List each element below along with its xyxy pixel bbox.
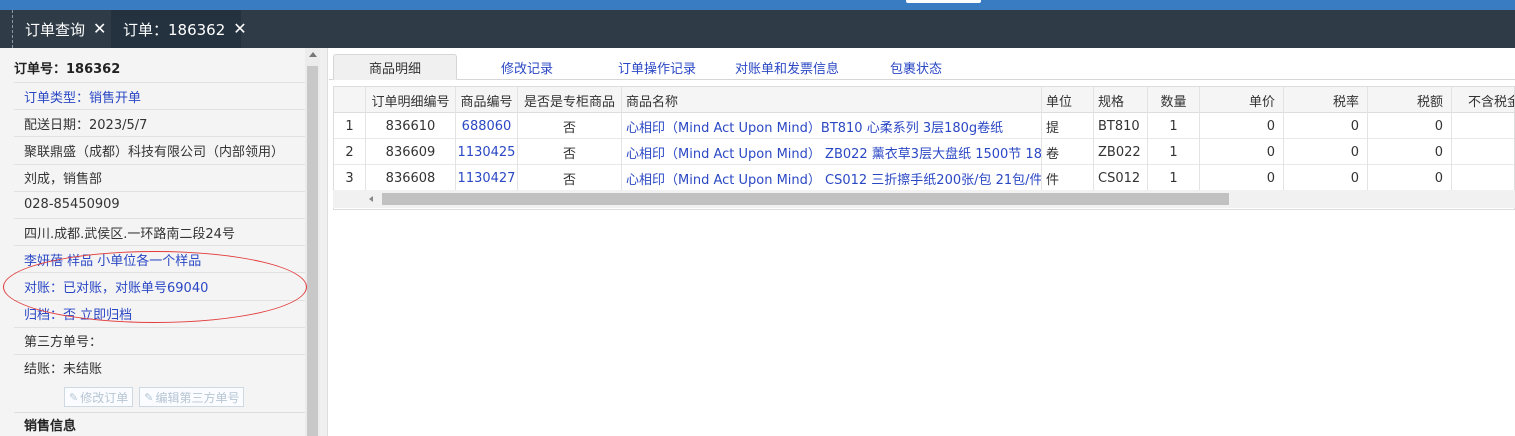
cell-quantity: 1	[1148, 165, 1200, 191]
edit-third-party-button[interactable]: ✎ 编辑第三方单号	[139, 387, 245, 407]
tab-package-status[interactable]: 包裹状态	[879, 54, 953, 80]
col-detail-id[interactable]: 订单明细编号	[366, 87, 456, 113]
cell-product-code-link[interactable]: 1130427	[456, 165, 518, 191]
cell-pre-tax-amount	[1452, 113, 1514, 139]
info-archive[interactable]: 归档：否 立即归档	[14, 299, 305, 327]
cell-unit: 卷	[1042, 139, 1094, 165]
tab-modify-log[interactable]: 修改记录	[487, 54, 567, 80]
cell-tax-amount: 0	[1368, 113, 1452, 139]
info-delivery-date: 配送日期：2023/5/7	[14, 109, 305, 136]
col-rownum	[334, 87, 366, 113]
detail-tabs: 商品明细 修改记录 订单操作记录 对账单和发票信息 包裹状态	[329, 48, 1515, 80]
cell-spec: BT810	[1094, 113, 1148, 139]
order-actions: ✎ 修改订单 ✎ 编辑第三方单号	[64, 387, 245, 407]
info-company: 聚联鼎盛（成都）科技有限公司（内部领用）	[14, 136, 305, 163]
col-quantity[interactable]: 数量	[1148, 87, 1200, 113]
cell-rownum: 2	[334, 139, 366, 165]
cell-tax-rate: 0	[1284, 165, 1368, 191]
scroll-left-icon[interactable]	[369, 196, 373, 202]
cell-rownum: 1	[334, 113, 366, 139]
col-pre-tax-amount[interactable]: 不含税金	[1452, 87, 1514, 113]
info-third-party-no: 第三方单号：	[14, 326, 305, 354]
info-remark[interactable]: 李妍蓓 样品 小单位各一个样品	[14, 245, 305, 272]
edit-icon: ✎	[144, 390, 154, 404]
info-reconciliation[interactable]: 对账：已对账，对账单号69040	[14, 272, 305, 299]
panel-divider[interactable]	[320, 48, 328, 436]
cell-tax-rate: 0	[1284, 139, 1368, 165]
close-icon[interactable]: ✕	[93, 21, 106, 37]
cell-product-code-link[interactable]: 1130425	[456, 139, 518, 165]
cell-unit-price: 0	[1200, 139, 1284, 165]
col-product-name[interactable]: 商品名称	[622, 87, 1042, 113]
cell-detail-id: 836608	[366, 165, 456, 191]
edit-icon: ✎	[69, 390, 79, 404]
col-unit[interactable]: 单位	[1042, 87, 1094, 113]
tab-operation-log[interactable]: 订单操作记录	[609, 54, 705, 80]
col-product-code[interactable]: 商品编号	[456, 87, 518, 113]
col-spec[interactable]: 规格	[1094, 87, 1148, 113]
edit-third-party-label: 编辑第三方单号	[155, 390, 240, 405]
cell-spec: ZB022	[1094, 139, 1148, 165]
tab-order-query[interactable]: 订单查询 ✕	[12, 10, 117, 48]
tab-order-detail[interactable]: 订单：186362 ✕	[111, 10, 247, 48]
cell-pre-tax-amount	[1452, 165, 1514, 191]
cell-unit: 提	[1042, 113, 1094, 139]
cell-unit: 件	[1042, 165, 1094, 191]
cell-tax-amount: 0	[1368, 165, 1452, 191]
cell-tax-rate: 0	[1284, 113, 1368, 139]
cell-quantity: 1	[1148, 139, 1200, 165]
cell-product-name-link[interactable]: 心相印（Mind Act Upon Mind） ZB022 薰衣草3层大盘纸 1…	[622, 139, 1042, 165]
col-unit-price[interactable]: 单价	[1200, 87, 1284, 113]
cell-product-name-link[interactable]: 心相印（Mind Act Upon Mind） CS012 三折擦手纸200张/…	[622, 165, 1042, 191]
info-phone: 028-85450909	[14, 190, 305, 218]
tab-reconciliation-invoice[interactable]: 对账单和发票信息	[729, 54, 845, 80]
order-info-panel: 订单号：186362 订单类型：销售开单 配送日期：2023/5/7 聚联鼎盛（…	[0, 48, 320, 436]
order-info-list: 订单类型：销售开单 配送日期：2023/5/7 聚联鼎盛（成都）科技有限公司（内…	[14, 82, 305, 381]
grid-header: 订单明细编号 商品编号 是否是专柜商品 商品名称 单位 规格 数量 单价 税率 …	[334, 87, 1514, 113]
grid-scrollbar-thumb[interactable]	[382, 193, 1229, 205]
cell-product-name-link[interactable]: 心相印（Mind Act Upon Mind）BT810 心柔系列 3层180g…	[622, 113, 1042, 139]
col-tax-amount[interactable]: 税额	[1368, 87, 1452, 113]
cell-spec: CS012	[1094, 165, 1148, 191]
info-settlement: 结账：未结账	[14, 353, 305, 381]
left-scrollbar-thumb[interactable]	[307, 66, 318, 436]
edit-order-label: 修改订单	[80, 390, 129, 405]
cell-product-code-link[interactable]: 688060	[456, 113, 518, 139]
info-address: 四川.成都.武侯区.一环路南二段24号	[14, 217, 305, 245]
top-bar	[0, 0, 1515, 10]
detail-panel: 商品明细 修改记录 订单操作记录 对账单和发票信息 包裹状态 订单明细编号 商品…	[329, 48, 1515, 436]
cell-rownum: 3	[334, 165, 366, 191]
cell-counter-product: 否	[518, 165, 622, 191]
scroll-up-icon[interactable]	[309, 52, 317, 57]
table-row[interactable]: 3 836608 1130427 否 心相印（Mind Act Upon Min…	[334, 165, 1514, 191]
top-search-field[interactable]	[906, 0, 981, 3]
cell-counter-product: 否	[518, 139, 622, 165]
info-contact: 刘成，销售部	[14, 163, 305, 191]
info-order-type[interactable]: 订单类型：销售开单	[14, 82, 305, 109]
order-title: 订单号：186362	[14, 62, 121, 77]
cell-detail-id: 836609	[366, 139, 456, 165]
sales-info-header[interactable]: 销售信息	[14, 412, 305, 436]
close-icon[interactable]: ✕	[233, 21, 246, 37]
tab-label: 订单：186362	[123, 20, 226, 39]
cell-tax-amount: 0	[1368, 139, 1452, 165]
cell-detail-id: 836610	[366, 113, 456, 139]
col-counter-product[interactable]: 是否是专柜商品	[518, 87, 622, 113]
edit-order-button[interactable]: ✎ 修改订单	[64, 387, 134, 407]
col-tax-rate[interactable]: 税率	[1284, 87, 1368, 113]
cell-unit-price: 0	[1200, 113, 1284, 139]
cell-counter-product: 否	[518, 113, 622, 139]
cell-pre-tax-amount	[1452, 139, 1514, 165]
cell-quantity: 1	[1148, 113, 1200, 139]
table-row[interactable]: 2 836609 1130425 否 心相印（Mind Act Upon Min…	[334, 139, 1514, 165]
tab-product-detail[interactable]: 商品明细	[333, 54, 457, 80]
cell-unit-price: 0	[1200, 165, 1284, 191]
tab-label: 订单查询	[25, 20, 86, 39]
table-row[interactable]: 1 836610 688060 否 心相印（Mind Act Upon Mind…	[334, 113, 1514, 139]
